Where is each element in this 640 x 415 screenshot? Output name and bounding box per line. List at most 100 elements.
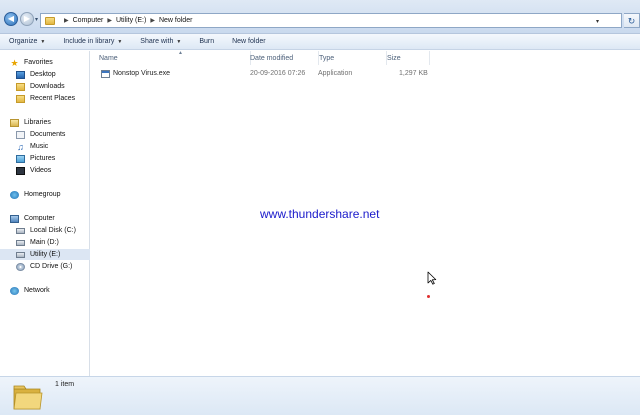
homegroup-icon xyxy=(10,190,19,199)
nav-label: Local Disk (C:) xyxy=(30,227,76,234)
share-with-label: Share with xyxy=(140,38,174,45)
new-folder-button[interactable]: New folder xyxy=(223,34,274,50)
nav-item-utility[interactable]: Utility (E:) xyxy=(0,249,90,260)
nav-label: Videos xyxy=(30,167,52,174)
nav-label: Utility (E:) xyxy=(30,251,61,258)
computer-icon xyxy=(10,214,19,223)
library-icon xyxy=(10,118,19,127)
title-bar: ◀ ▶ ▾ ▶ Computer ▶ Utility (E:) ▶ New fo… xyxy=(0,0,640,34)
back-button[interactable]: ◀ xyxy=(4,12,18,26)
nav-item-pictures[interactable]: Pictures xyxy=(0,153,90,164)
click-indicator-dot xyxy=(427,295,430,298)
nav-label: Desktop xyxy=(30,71,56,78)
nav-label: Main (D:) xyxy=(30,239,59,246)
nav-item-favorites[interactable]: ★ Favorites xyxy=(0,57,90,68)
sort-ascending-icon: ▲ xyxy=(178,50,183,56)
music-note-icon: ♫ xyxy=(17,141,24,152)
nav-item-libraries[interactable]: Libraries xyxy=(0,117,90,128)
nav-label: Homegroup xyxy=(24,191,61,198)
column-header-name[interactable]: Name ▲ xyxy=(99,50,251,65)
watermark-text: www.thundershare.net xyxy=(260,207,380,221)
breadcrumb-computer[interactable]: Computer xyxy=(73,17,104,24)
breadcrumb-utility[interactable]: Utility (E:) xyxy=(116,17,146,24)
nav-item-recent-places[interactable]: Recent Places xyxy=(0,93,90,104)
executable-file-icon xyxy=(101,70,110,78)
mouse-pointer-icon xyxy=(427,271,437,285)
forward-button[interactable]: ▶ xyxy=(20,12,34,26)
downloads-icon xyxy=(16,82,25,91)
column-label: Name xyxy=(99,54,118,62)
column-header-type[interactable]: Type xyxy=(319,51,387,65)
address-history-dropdown[interactable]: ▾ xyxy=(596,18,599,25)
nav-label: Network xyxy=(24,287,50,294)
column-header-date-modified[interactable]: Date modified xyxy=(250,51,319,65)
chevron-right-icon[interactable]: ▶ xyxy=(64,17,69,24)
new-folder-label: New folder xyxy=(232,38,266,45)
back-arrow-icon: ◀ xyxy=(7,14,15,23)
nav-item-videos[interactable]: Videos xyxy=(0,165,90,176)
include-in-library-button[interactable]: Include in library ▼ xyxy=(54,34,131,50)
column-header-size[interactable]: Size xyxy=(387,51,430,65)
chevron-down-icon: ▼ xyxy=(176,38,182,45)
nav-item-main[interactable]: Main (D:) xyxy=(0,237,90,248)
nav-item-local-disk[interactable]: Local Disk (C:) xyxy=(0,225,90,236)
nav-label: Recent Places xyxy=(30,95,76,102)
nav-label: Music xyxy=(30,143,49,150)
nav-item-music[interactable]: ♫ Music xyxy=(0,141,90,152)
network-icon xyxy=(10,286,19,295)
burn-button[interactable]: Burn xyxy=(190,34,223,50)
recent-pages-dropdown[interactable]: ▾ xyxy=(35,16,38,23)
breadcrumb-new-folder[interactable]: New folder xyxy=(159,17,192,24)
hard-drive-icon xyxy=(16,239,25,246)
navigation-pane: ★ Favorites Desktop Downloads Recent Pla… xyxy=(0,51,90,376)
hard-drive-icon xyxy=(16,227,25,234)
refresh-button[interactable]: ↻ xyxy=(624,13,640,28)
videos-icon xyxy=(16,166,25,175)
nav-label: CD Drive (G:) xyxy=(30,263,73,270)
recent-places-icon xyxy=(16,94,25,103)
share-with-button[interactable]: Share with ▼ xyxy=(131,34,190,50)
command-bar: Organize ▼ Include in library ▼ Share wi… xyxy=(0,34,640,50)
column-label: Type xyxy=(319,54,335,62)
file-name: Nonstop Virus.exe xyxy=(113,70,171,77)
address-bar[interactable]: ▶ Computer ▶ Utility (E:) ▶ New folder ▾ xyxy=(40,13,622,28)
nav-label: Pictures xyxy=(30,155,56,162)
hard-drive-icon xyxy=(16,251,25,258)
nav-label: Favorites xyxy=(24,59,53,66)
nav-item-network[interactable]: Network xyxy=(0,285,90,296)
chevron-right-icon[interactable]: ▶ xyxy=(107,17,112,24)
nav-label: Computer xyxy=(24,215,55,222)
details-pane: 1 item xyxy=(0,376,640,415)
cd-drive-icon xyxy=(16,262,25,271)
organize-label: Organize xyxy=(9,38,38,45)
nav-label: Downloads xyxy=(30,83,65,90)
file-type: Application xyxy=(318,70,353,77)
nav-item-computer[interactable]: Computer xyxy=(0,213,90,224)
folder-icon xyxy=(13,385,43,410)
nav-label: Libraries xyxy=(24,119,51,126)
refresh-icon: ↻ xyxy=(627,16,636,26)
desktop-icon xyxy=(16,70,25,79)
item-count: 1 item xyxy=(55,381,75,388)
nav-item-documents[interactable]: Documents xyxy=(0,129,90,140)
nav-item-desktop[interactable]: Desktop xyxy=(0,69,90,80)
pictures-icon xyxy=(16,154,25,163)
chevron-down-icon: ▼ xyxy=(40,38,46,45)
star-icon: ★ xyxy=(10,57,19,68)
file-size: 1,297 KB xyxy=(399,70,428,77)
column-label: Date modified xyxy=(250,54,294,62)
file-row[interactable]: Nonstop Virus.exe 20-09-2016 07:26 Appli… xyxy=(99,68,539,80)
chevron-down-icon: ▼ xyxy=(117,38,123,45)
nav-label: Documents xyxy=(30,131,66,138)
organize-button[interactable]: Organize ▼ xyxy=(0,34,54,50)
column-label: Size xyxy=(387,54,401,62)
chevron-right-icon[interactable]: ▶ xyxy=(150,17,155,24)
nav-item-homegroup[interactable]: Homegroup xyxy=(0,189,90,200)
file-list: Name ▲ Date modified Type Size Nonstop V… xyxy=(91,50,640,376)
forward-arrow-icon: ▶ xyxy=(23,14,31,23)
file-date-modified: 20-09-2016 07:26 xyxy=(250,70,306,77)
folder-icon xyxy=(45,16,55,25)
nav-item-downloads[interactable]: Downloads xyxy=(0,81,90,92)
nav-item-cd-drive[interactable]: CD Drive (G:) xyxy=(0,261,90,272)
include-in-library-label: Include in library xyxy=(63,38,115,45)
